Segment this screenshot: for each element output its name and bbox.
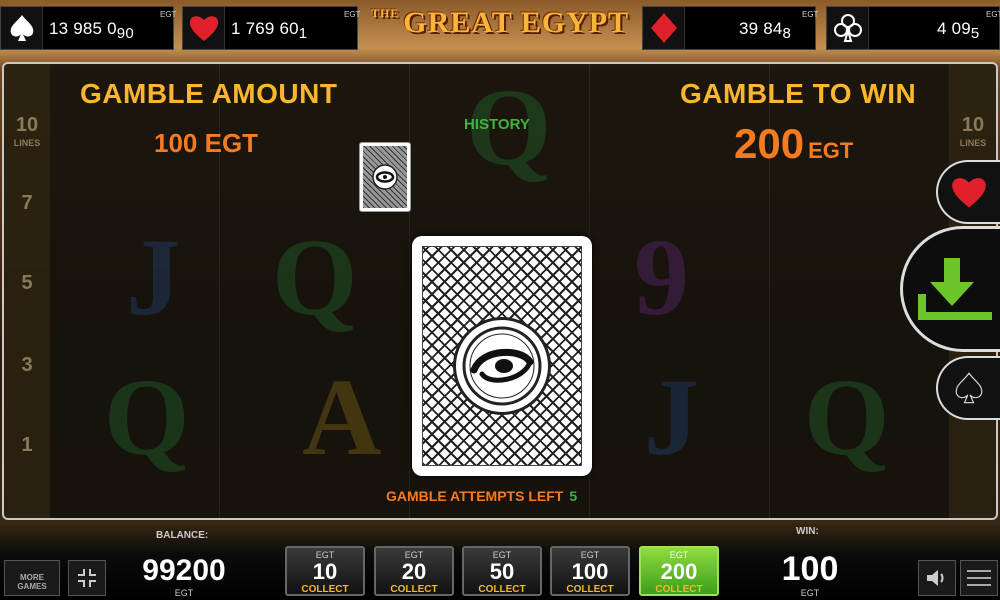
spade-icon (1, 7, 43, 49)
card-emblem-icon (372, 164, 398, 190)
sound-button[interactable] (918, 560, 956, 596)
denomination-button[interactable]: EGT 20 COLLECT (374, 546, 454, 596)
history-label: HISTORY (464, 116, 530, 133)
gamble-attempts: GAMBLE ATTEMPTS LEFT 5 (386, 488, 577, 504)
jackpot-heart: 1 769 601 EGT (182, 6, 361, 50)
gamble-panel: J Q Q A Q 9 J Q 10 LINES 7 5 3 1 10 LINE… (2, 62, 998, 520)
club-icon (827, 7, 869, 49)
balance-label: BALANCE: (156, 530, 209, 541)
gamble-card-back (412, 236, 592, 476)
bottom-bar: MORE GAMES BALANCE: 99200 EGT EGT 10 COL… (0, 524, 1000, 600)
lines-indicator-left: 10 LINES 7 5 3 1 (4, 64, 50, 518)
exit-fullscreen-icon (78, 569, 96, 587)
jackpot-value: 13 985 0 (49, 19, 117, 38)
jackpot-spade: 13 985 090 EGT (0, 6, 177, 50)
choose-red-button[interactable] (936, 160, 1000, 224)
jackpot-cents: 90 (116, 25, 134, 42)
gamble-to-win-unit: EGT (808, 138, 854, 163)
spade-icon (955, 372, 983, 404)
history-card (359, 142, 411, 212)
gamble-amount-title: GAMBLE AMOUNT (80, 78, 338, 109)
jackpot-value: 1 769 60 (231, 19, 299, 38)
heart-icon (952, 178, 986, 208)
win-label: WIN: (796, 526, 819, 537)
attempts-count: 5 (569, 488, 578, 504)
more-games-button[interactable]: MORE GAMES (4, 560, 60, 596)
menu-button[interactable] (960, 560, 998, 596)
logo-the: THE (370, 6, 400, 20)
choose-black-button[interactable] (936, 356, 1000, 420)
jackpot-currency: EGT (160, 10, 177, 19)
jackpot-cents: 8 (782, 25, 792, 42)
fullscreen-button[interactable] (68, 560, 106, 596)
jackpot-value: 4 09 (937, 19, 971, 38)
diamond-icon (643, 7, 685, 49)
denomination-button[interactable]: EGT 50 COLLECT (462, 546, 542, 596)
speaker-icon (927, 570, 944, 586)
jackpot-diamond: 39 848 EGT (642, 6, 819, 50)
gamble-to-win-title: GAMBLE TO WIN (680, 78, 917, 109)
jackpot-currency: EGT (986, 10, 1000, 19)
jackpot-currency: EGT (802, 10, 819, 19)
balance-unit: EGT (174, 588, 194, 598)
gamble-to-win-amount: 200 EGT (734, 120, 853, 168)
denomination-button[interactable]: EGT 10 COLLECT (285, 546, 365, 596)
jackpot-currency: EGT (344, 10, 361, 19)
game-logo: THE GREAT EGYPT (362, 6, 638, 52)
jackpot-cents: 1 (298, 25, 308, 42)
win-value: 100 (781, 550, 839, 588)
gamble-amount-value: 100 EGT (154, 128, 259, 158)
gamble-to-win-value: 200 (734, 120, 805, 167)
menu-icon (967, 570, 991, 572)
balance-value: 99200 (142, 554, 226, 587)
attempts-label: GAMBLE ATTEMPTS LEFT (386, 488, 564, 504)
collect-arrow-icon (917, 258, 992, 320)
jackpot-value: 39 84 (739, 19, 783, 38)
logo-name: GREAT EGYPT (403, 6, 630, 39)
jackpot-cents: 5 (970, 25, 980, 42)
jackpot-bar: 13 985 090 EGT 1 769 601 EGT THE GREAT EG… (0, 0, 1000, 58)
card-emblem-icon (453, 317, 551, 415)
heart-icon (183, 7, 225, 49)
jackpot-club: 4 095 EGT (826, 6, 1000, 50)
denomination-button[interactable]: EGT 100 COLLECT (550, 546, 630, 596)
win-unit: EGT (800, 588, 820, 598)
denomination-button-active[interactable]: EGT 200 COLLECT (639, 546, 719, 596)
